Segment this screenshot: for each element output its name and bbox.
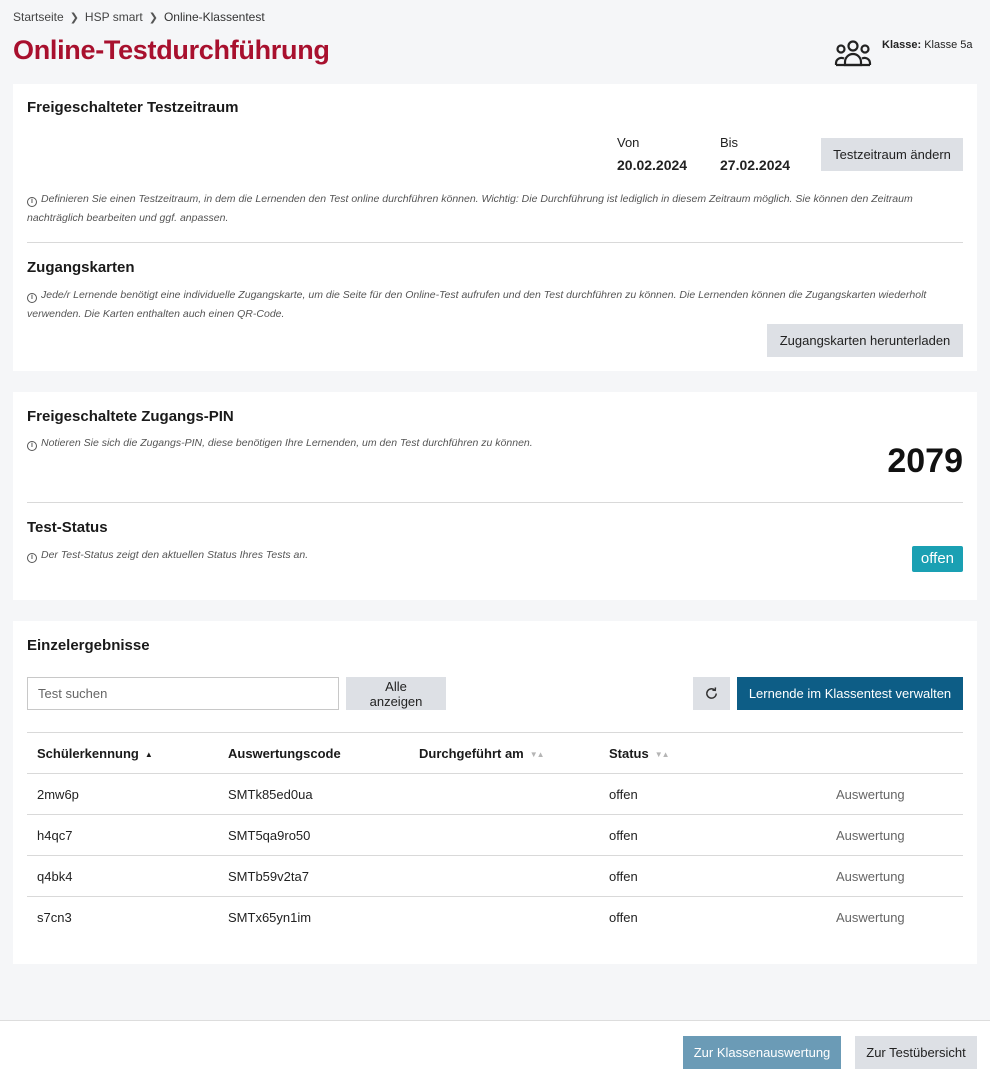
cell-status: offen	[599, 773, 826, 815]
table-header-row: Schülerkennung ▲ Auswertungscode Durchgef…	[27, 732, 963, 774]
table-row: s7cn3 SMTx65yn1im offen Auswertung	[27, 897, 963, 938]
table-row: 2mw6p SMTk85ed0ua offen Auswertung	[27, 773, 963, 815]
breadcrumb: Startseite ❯ HSP smart ❯ Online-Klassent…	[13, 10, 265, 24]
column-header-date[interactable]: Durchgeführt am ▼▲	[409, 732, 599, 774]
info-icon: i	[27, 441, 37, 451]
cell-status: offen	[609, 909, 638, 925]
table-row: h4qc7 SMT5qa9ro50 offen Auswertung	[27, 814, 963, 856]
test-status-title: Test-Status	[27, 519, 108, 536]
pin-status-card: Freigeschaltete Zugangs-PIN i Notieren Si…	[13, 392, 977, 600]
manage-learners-button[interactable]: Lernende im Klassentest verwalten	[737, 677, 963, 710]
refresh-icon	[706, 687, 717, 699]
cell-eval-code: SMTk85ed0ua	[218, 773, 409, 815]
test-overview-button[interactable]: Zur Testübersicht	[855, 1036, 977, 1069]
date-from-label: Von	[617, 135, 640, 150]
test-status-hint: i Der Test-Status zeigt den aktuellen Sta…	[27, 546, 308, 565]
cell-date	[409, 897, 599, 938]
cell-status: offen	[599, 814, 826, 856]
change-period-button[interactable]: Testzeitraum ändern	[821, 138, 963, 171]
date-to-label: Bis	[720, 135, 739, 150]
breadcrumb-item-hsp[interactable]: HSP smart	[85, 10, 143, 24]
test-period-card: Freigeschalteter Testzeitraum Von 20.02.…	[13, 84, 977, 371]
column-header-eval-code: Auswertungscode	[218, 732, 409, 774]
page-title: Online-Testdurchführung	[13, 35, 330, 65]
date-from-value: 20.02.2024	[617, 157, 688, 173]
column-header-status[interactable]: Status ▼▲	[599, 732, 826, 774]
cell-date	[409, 814, 599, 856]
refresh-button[interactable]	[693, 677, 730, 710]
divider	[27, 242, 963, 243]
breadcrumb-item-home[interactable]: Startseite	[13, 10, 64, 24]
cell-eval-code: SMT5qa9ro50	[218, 814, 409, 856]
sort-asc-icon: ▲	[144, 749, 153, 759]
test-period-hint: i Definieren Sie einen Testzeitraum, in d…	[27, 193, 913, 224]
cell-eval-code: SMTx65yn1im	[228, 909, 312, 925]
column-header-student-id[interactable]: Schülerkennung ▲	[27, 732, 218, 774]
chevron-right-icon: ❯	[69, 11, 79, 24]
info-icon: i	[27, 553, 37, 563]
evaluation-link[interactable]: Auswertung	[826, 773, 963, 815]
cell-status: offen	[599, 855, 826, 897]
class-evaluation-button[interactable]: Zur Klassenauswertung	[683, 1036, 841, 1069]
footer-bar: Zur Klassenauswertung Zur Testübersicht	[0, 1020, 990, 1082]
pin-value: 2079	[887, 442, 963, 480]
breadcrumb-item-current: Online-Klassentest	[163, 10, 265, 24]
date-from: Von 20.02.2024	[617, 135, 687, 173]
status-badge: offen	[911, 546, 963, 572]
results-title: Einzelergebnisse	[27, 637, 150, 654]
date-to-value: 27.02.2024	[720, 157, 791, 173]
pin-hint: i Notieren Sie sich die Zugangs-PIN, dies…	[27, 434, 533, 453]
cell-student-id: 2mw6p	[27, 773, 218, 815]
sort-icon: ▼▲	[529, 749, 545, 759]
cell-eval-code: SMTb59v2ta7	[218, 855, 409, 897]
chevron-right-icon: ❯	[148, 11, 158, 24]
cell-student-id: h4qc7	[27, 814, 218, 856]
table-row: q4bk4 SMTb59v2ta7 offen Auswertung	[27, 855, 963, 897]
evaluation-link[interactable]: Auswertung	[826, 855, 963, 897]
cell-student-id: q4bk4	[27, 855, 218, 897]
test-period-title: Freigeschalteter Testzeitraum	[27, 99, 239, 116]
info-icon: i	[27, 293, 37, 303]
class-info: Klasse: Klasse 5a	[834, 38, 973, 70]
show-all-button[interactable]: Alle anzeigen	[346, 677, 446, 710]
cell-date	[409, 773, 599, 815]
search-input[interactable]	[27, 677, 339, 710]
date-to: Bis 27.02.2024	[720, 135, 790, 173]
results-card: Einzelergebnisse Alle anzeigen Lernende …	[13, 621, 977, 964]
access-cards-hint: i Jede/r Lernende benötigt eine individue…	[27, 289, 927, 320]
evaluation-link[interactable]: Auswertung	[826, 897, 963, 938]
pin-title: Freigeschaltete Zugangs-PIN	[27, 408, 234, 425]
class-label: Klasse: Klasse 5a	[882, 39, 973, 51]
column-header-action	[826, 732, 963, 774]
download-access-cards-button[interactable]: Zugangskarten herunterladen	[767, 324, 963, 357]
divider	[27, 502, 963, 503]
group-icon	[834, 40, 872, 67]
info-icon: i	[27, 197, 37, 207]
results-table: Schülerkennung ▲ Auswertungscode Durchgef…	[27, 732, 963, 938]
access-cards-title: Zugangskarten	[27, 259, 135, 276]
evaluation-link[interactable]: Auswertung	[826, 814, 963, 856]
sort-icon: ▼▲	[654, 749, 670, 759]
cell-date	[409, 855, 599, 897]
cell-student-id: s7cn3	[37, 909, 72, 925]
